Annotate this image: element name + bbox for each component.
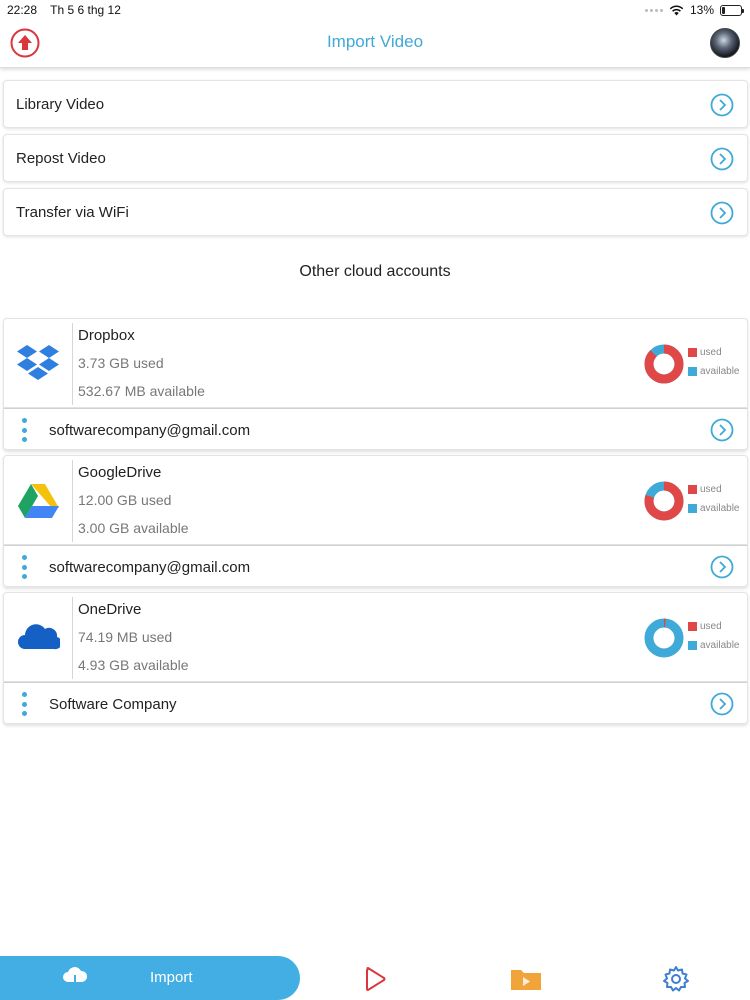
onedrive-account-row[interactable]: Software Company: [3, 682, 748, 724]
cloud-used: 12.00 GB used: [78, 492, 172, 508]
tab-bar: Import: [0, 956, 750, 1000]
status-date: Th 5 6 thg 12: [50, 3, 121, 17]
cloud-available: 3.00 GB available: [78, 520, 189, 536]
chevron-right-icon[interactable]: [710, 201, 734, 225]
dropbox-card[interactable]: Dropbox 3.73 GB used 532.67 MB available…: [3, 318, 748, 408]
cloud-name: GoogleDrive: [78, 464, 162, 481]
wifi-icon: [669, 4, 684, 15]
tab-import-label: Import: [150, 969, 193, 986]
tab-video-folder-icon[interactable]: [509, 965, 543, 993]
battery-icon: [720, 4, 744, 16]
signal-dots-icon: [644, 8, 663, 12]
library-video-row[interactable]: Library Video: [3, 80, 748, 128]
account-name: softwarecompany@gmail.com: [49, 422, 251, 439]
more-options-icon[interactable]: [22, 555, 28, 579]
googledrive-card[interactable]: GoogleDrive 12.00 GB used 3.00 GB availa…: [3, 455, 748, 545]
donut-used-segment: [644, 344, 684, 384]
status-time: 22:28: [7, 3, 38, 17]
legend-used: used: [688, 484, 722, 495]
storage-donut: [644, 618, 684, 658]
tab-play-icon[interactable]: [361, 965, 389, 993]
tab-settings-gear-icon[interactable]: [662, 965, 690, 993]
header: Import Video: [0, 20, 750, 68]
dropbox-icon: [17, 345, 59, 380]
onedrive-icon: [18, 624, 60, 650]
repost-video-label: Repost Video: [16, 150, 106, 167]
legend-available: available: [688, 640, 739, 651]
chevron-right-icon[interactable]: [710, 418, 734, 442]
storage-donut: [644, 344, 684, 384]
more-options-icon[interactable]: [22, 418, 28, 442]
status-bar: 22:28 Th 5 6 thg 12 13%: [0, 0, 750, 20]
legend-available: available: [688, 366, 739, 377]
legend-used: used: [688, 347, 722, 358]
cloud-used: 74.19 MB used: [78, 629, 173, 645]
account-name: softwarecompany@gmail.com: [49, 559, 251, 576]
storage-donut: [644, 481, 684, 521]
section-title: Other cloud accounts: [299, 263, 451, 280]
cloud-available: 4.93 GB available: [78, 657, 189, 673]
googledrive-account-row[interactable]: softwarecompany@gmail.com: [3, 545, 748, 587]
chevron-right-icon[interactable]: [710, 147, 734, 171]
legend-used: used: [688, 621, 722, 632]
transfer-wifi-row[interactable]: Transfer via WiFi: [3, 188, 748, 236]
cloud-available: 532.67 MB available: [78, 383, 205, 399]
avatar[interactable]: [710, 28, 740, 58]
dropbox-account-row[interactable]: softwarecompany@gmail.com: [3, 408, 748, 450]
battery-percent: 13%: [689, 3, 714, 17]
chevron-right-icon[interactable]: [710, 555, 734, 579]
chevron-right-icon[interactable]: [710, 93, 734, 117]
google-drive-icon: [18, 484, 59, 518]
cloud-name: Dropbox: [78, 327, 135, 344]
account-name: Software Company: [49, 696, 177, 713]
cloud-used: 3.73 GB used: [78, 355, 164, 371]
cloud-download-icon: [63, 967, 88, 988]
repost-video-row[interactable]: Repost Video: [3, 134, 748, 182]
library-video-label: Library Video: [16, 96, 105, 113]
chevron-right-icon[interactable]: [710, 692, 734, 716]
more-options-icon[interactable]: [22, 692, 28, 716]
legend-available: available: [688, 503, 739, 514]
transfer-wifi-label: Transfer via WiFi: [16, 204, 129, 221]
tab-import[interactable]: Import: [0, 956, 300, 1000]
onedrive-card[interactable]: OneDrive 74.19 MB used 4.93 GB available…: [3, 592, 748, 682]
page-title: Import Video: [326, 32, 424, 51]
cloud-name: OneDrive: [78, 601, 142, 618]
